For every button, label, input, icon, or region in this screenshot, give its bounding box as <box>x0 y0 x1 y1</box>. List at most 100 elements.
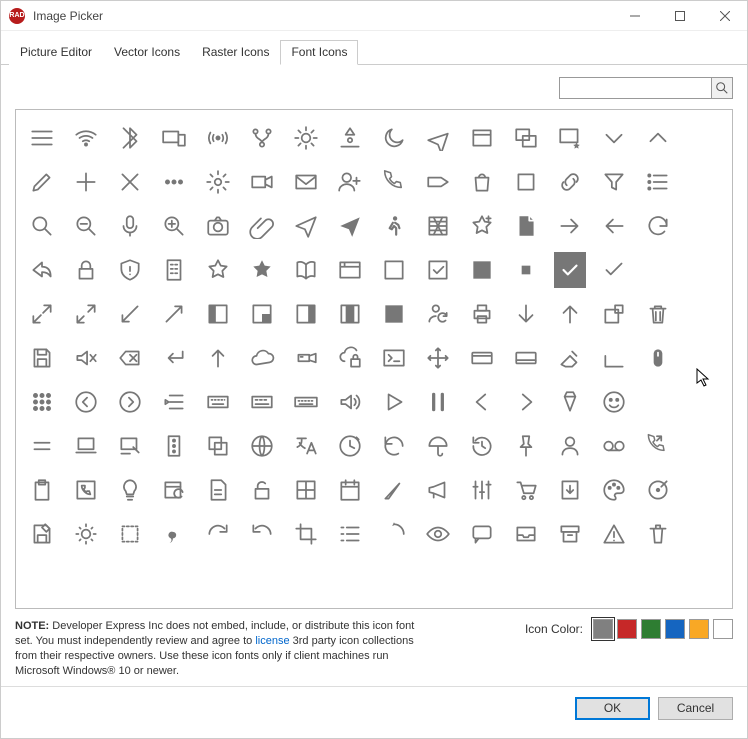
indent-icon[interactable] <box>158 384 190 420</box>
star-outline-icon[interactable] <box>202 252 234 288</box>
ok-button[interactable]: OK <box>575 697 650 720</box>
window-icon[interactable] <box>466 120 498 156</box>
window-copy-icon[interactable] <box>510 120 542 156</box>
umbrella-icon[interactable] <box>422 428 454 464</box>
draft-icon[interactable] <box>202 472 234 508</box>
branch-icon[interactable] <box>246 120 278 156</box>
devices-icon[interactable] <box>158 120 190 156</box>
tab-font-icons[interactable]: Font Icons <box>280 40 358 65</box>
circle-right-icon[interactable] <box>114 384 146 420</box>
panel-right-icon[interactable] <box>290 296 322 332</box>
airplane-icon[interactable] <box>422 120 454 156</box>
sun-icon[interactable] <box>70 516 102 552</box>
inbox-icon[interactable] <box>510 516 542 552</box>
brightness-icon[interactable] <box>290 120 322 156</box>
minimize-button[interactable] <box>612 1 657 31</box>
lock-icon[interactable] <box>70 252 102 288</box>
history-icon[interactable] <box>466 428 498 464</box>
color-swatch[interactable] <box>713 619 733 639</box>
stop-small-icon[interactable] <box>510 252 542 288</box>
send-icon[interactable] <box>290 208 322 244</box>
add-user-icon[interactable] <box>334 164 366 200</box>
comma-heavy-icon[interactable] <box>158 516 190 552</box>
close-button[interactable] <box>702 1 747 31</box>
unlock-icon[interactable] <box>246 472 278 508</box>
broadcast-icon[interactable] <box>202 120 234 156</box>
mute-icon[interactable] <box>70 340 102 376</box>
archive-icon[interactable] <box>554 516 586 552</box>
color-swatch[interactable] <box>593 619 613 639</box>
cart-icon[interactable] <box>510 472 542 508</box>
collapse-icon[interactable] <box>26 296 58 332</box>
play-icon[interactable] <box>378 384 410 420</box>
arrow-up-thin-icon[interactable] <box>202 340 234 376</box>
search-input[interactable] <box>559 77 711 99</box>
keyboard-wide-icon[interactable] <box>290 384 322 420</box>
keyboard-icon[interactable] <box>202 384 234 420</box>
star-filled-icon[interactable] <box>246 252 278 288</box>
tab-raster-icons[interactable]: Raster Icons <box>191 40 280 65</box>
copy-icon[interactable] <box>202 428 234 464</box>
settings-icon[interactable] <box>202 164 234 200</box>
user-icon[interactable] <box>554 428 586 464</box>
loading-icon[interactable] <box>378 516 410 552</box>
megaphone-icon[interactable] <box>422 472 454 508</box>
warning-icon[interactable] <box>598 516 630 552</box>
attach-icon[interactable] <box>246 208 278 244</box>
server-icon[interactable] <box>158 428 190 464</box>
panel-center-icon[interactable] <box>334 296 366 332</box>
rect-outline-icon[interactable] <box>378 252 410 288</box>
zoom-out-icon[interactable] <box>70 208 102 244</box>
menu-icon[interactable] <box>26 120 58 156</box>
color-swatch[interactable] <box>665 619 685 639</box>
marker-icon[interactable] <box>554 384 586 420</box>
panel-bottom-right-icon[interactable] <box>246 296 278 332</box>
camera-icon[interactable] <box>202 208 234 244</box>
page-icon[interactable] <box>510 208 542 244</box>
clipboard-icon[interactable] <box>26 472 58 508</box>
color-swatch[interactable] <box>689 619 709 639</box>
tab-vector-icons[interactable]: Vector Icons <box>103 40 191 65</box>
resize-in-icon[interactable] <box>158 296 190 332</box>
pause-icon[interactable] <box>422 384 454 420</box>
pencil-icon[interactable] <box>26 164 58 200</box>
call-in-icon[interactable] <box>642 428 674 464</box>
close-icon[interactable] <box>114 164 146 200</box>
panel-left-icon[interactable] <box>202 296 234 332</box>
target-icon[interactable] <box>642 472 674 508</box>
grid-icon[interactable] <box>290 472 322 508</box>
tab-picture-editor[interactable]: Picture Editor <box>9 40 103 65</box>
send-filled-icon[interactable] <box>334 208 366 244</box>
signal-icon[interactable] <box>378 472 410 508</box>
dialpad-icon[interactable] <box>26 384 58 420</box>
pin-icon[interactable] <box>510 428 542 464</box>
chevron-up-icon[interactable] <box>642 120 674 156</box>
trash-alt-icon[interactable] <box>642 516 674 552</box>
building-icon[interactable] <box>158 252 190 288</box>
list-icon[interactable] <box>642 164 674 200</box>
palette-icon[interactable] <box>598 472 630 508</box>
color-swatch[interactable] <box>617 619 637 639</box>
label-icon[interactable] <box>422 164 454 200</box>
zoom-in-icon[interactable] <box>158 208 190 244</box>
keyboard-alt-icon[interactable] <box>246 384 278 420</box>
user-sync-icon[interactable] <box>422 296 454 332</box>
draw-icon[interactable] <box>114 428 146 464</box>
check-icon[interactable] <box>598 252 630 288</box>
equalizer-icon[interactable] <box>466 472 498 508</box>
enter-icon[interactable] <box>158 340 190 376</box>
plus-icon[interactable] <box>70 164 102 200</box>
bluetooth-icon[interactable] <box>114 120 146 156</box>
print-icon[interactable] <box>466 296 498 332</box>
share-icon[interactable] <box>26 252 58 288</box>
arrow-right-icon[interactable] <box>554 208 586 244</box>
expand-icon[interactable] <box>70 296 102 332</box>
filter-icon[interactable] <box>598 164 630 200</box>
lightbulb-icon[interactable] <box>114 472 146 508</box>
pattern-icon[interactable] <box>422 208 454 244</box>
window-star-icon[interactable] <box>554 120 586 156</box>
search-icon[interactable] <box>26 208 58 244</box>
tablet-v-icon[interactable] <box>510 340 542 376</box>
voicemail-icon[interactable] <box>598 428 630 464</box>
move-icon[interactable] <box>422 340 454 376</box>
